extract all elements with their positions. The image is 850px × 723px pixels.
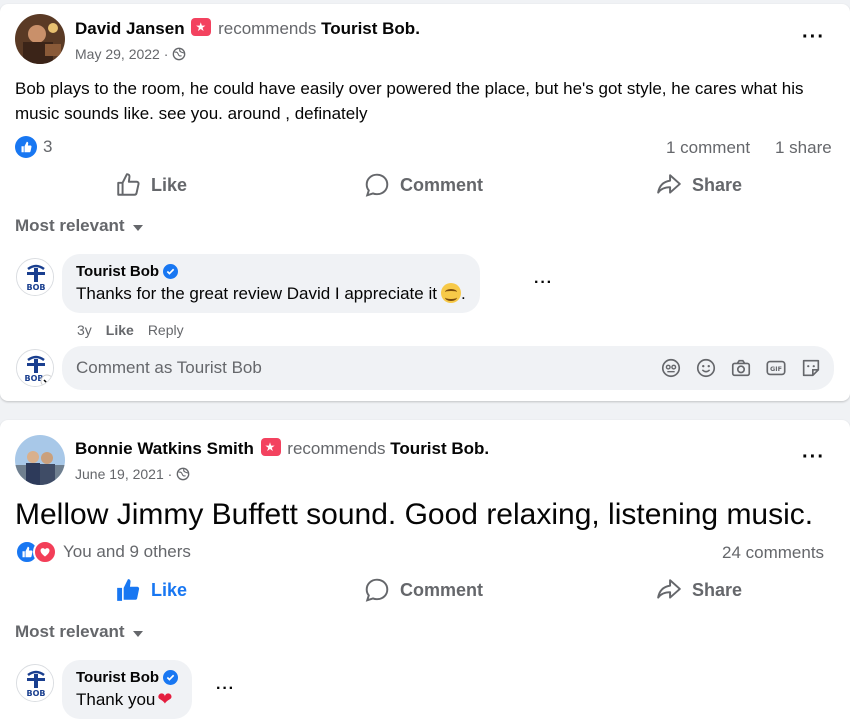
comment-age[interactable]: 3y	[77, 322, 92, 338]
globe-icon	[176, 467, 190, 481]
share-label: Share	[692, 174, 743, 195]
comment-sort-dropdown[interactable]: Most relevant	[15, 622, 143, 642]
post-text: Bob plays to the room, he could have eas…	[15, 79, 804, 123]
sort-label: Most relevant	[15, 622, 125, 641]
camera-icon[interactable]	[730, 357, 752, 379]
reaction-icons	[15, 540, 57, 564]
commenter-avatar[interactable]: BOB	[16, 258, 54, 296]
emoji-icon[interactable]	[695, 357, 717, 379]
like-label: Like	[151, 174, 188, 195]
smiling-emoji-icon	[440, 283, 461, 303]
love-reaction-icon	[33, 540, 57, 564]
comments-count[interactable]: 24 comments	[722, 543, 824, 563]
sticker-icon[interactable]	[800, 357, 822, 379]
like-label: Like	[151, 579, 188, 600]
comment-author[interactable]: Tourist Bob	[76, 669, 179, 686]
thumbs-up-icon	[117, 173, 140, 196]
comment-composer[interactable]: GIF	[62, 346, 834, 390]
comment-sort-dropdown[interactable]: Most relevant	[15, 216, 143, 236]
post-date[interactable]: June 19, 2021 ·	[75, 466, 172, 482]
thumbs-up-icon	[117, 579, 140, 601]
author-avatar[interactable]	[15, 14, 65, 64]
more-icon[interactable]: ···	[802, 26, 825, 49]
comment-text-body: Thank you	[76, 690, 156, 709]
post-date[interactable]: May 29, 2022 ·	[75, 46, 168, 62]
author-name[interactable]: David Jansen	[75, 19, 185, 38]
page-name[interactable]: Tourist Bob	[390, 439, 484, 458]
comment-author[interactable]: Tourist Bob	[76, 263, 466, 280]
avatar-sticker-icon[interactable]	[660, 357, 682, 379]
reaction-summary[interactable]: You and 9 others	[15, 540, 191, 564]
svg-text:BOB: BOB	[27, 689, 46, 698]
page-name[interactable]: Tourist Bob	[321, 19, 415, 38]
author-avatar[interactable]	[15, 435, 65, 485]
like-button[interactable]: Like	[115, 577, 187, 603]
comment-like-button[interactable]: Like	[106, 322, 134, 338]
post-card: Bonnie Watkins Smith recommends Tourist …	[0, 420, 850, 723]
comment-input[interactable]	[76, 358, 636, 378]
like-button[interactable]: Like	[115, 172, 187, 198]
gif-icon[interactable]: GIF	[765, 357, 787, 379]
share-icon	[657, 579, 681, 599]
comment-reply-button[interactable]: Reply	[148, 322, 184, 338]
like-reaction-icon	[15, 136, 37, 158]
shares-count[interactable]: 1 share	[775, 138, 832, 158]
verified-icon	[163, 264, 179, 279]
share-label: Share	[692, 579, 743, 600]
comments-count[interactable]: 1 comment	[666, 138, 750, 158]
comment-icon	[365, 578, 389, 602]
comment-author-name[interactable]: Tourist Bob	[76, 669, 159, 686]
post-meta: June 19, 2021 ·	[75, 466, 190, 482]
recommends-text: recommends	[218, 19, 317, 38]
comment-text: Thank you ❤	[76, 689, 178, 710]
comment-button[interactable]: Comment	[364, 577, 483, 603]
comment-text: Thanks for the great review David I appr…	[76, 283, 466, 303]
comment-bubble: Tourist Bob Thanks for the great review …	[62, 254, 480, 313]
reaction-count: 3	[43, 137, 53, 156]
comment-text-body: Thanks for the great review David I appr…	[76, 284, 437, 303]
caret-down-icon	[132, 224, 143, 231]
post-meta: May 29, 2022 ·	[75, 46, 186, 62]
sort-label: Most relevant	[15, 216, 125, 235]
composer-avatar[interactable]: BOB	[16, 349, 54, 387]
comment-button[interactable]: Comment	[364, 172, 483, 198]
post-header: Bonnie Watkins Smith recommends Tourist …	[75, 438, 489, 459]
author-name[interactable]: Bonnie Watkins Smith	[75, 439, 254, 458]
recommendation-icon	[191, 18, 212, 36]
post-text: Mellow Jimmy Buffett sound. Good relaxin…	[15, 498, 814, 531]
post-card: David Jansen recommends Tourist Bob. May…	[0, 4, 850, 401]
comment-label: Comment	[400, 174, 484, 195]
commenter-avatar[interactable]: BOB	[16, 664, 54, 702]
caret-down-icon	[132, 630, 143, 637]
post-header: David Jansen recommends Tourist Bob.	[75, 18, 420, 39]
comment-more-icon[interactable]: ···	[534, 274, 553, 292]
comment-label: Comment	[400, 579, 484, 600]
recommendation-icon	[260, 438, 281, 456]
globe-icon	[172, 47, 186, 61]
comment-author-name[interactable]: Tourist Bob	[76, 263, 159, 280]
more-icon[interactable]: ···	[802, 446, 825, 469]
heart-emoji-icon: ❤	[157, 689, 173, 709]
comment-actions: 3y Like Reply	[77, 322, 184, 338]
composer-tools: GIF	[660, 357, 822, 379]
comment-icon	[365, 173, 389, 197]
recommends-text: recommends	[287, 439, 386, 458]
reaction-summary[interactable]: 3	[15, 136, 52, 158]
share-button[interactable]: Share	[656, 577, 742, 603]
share-icon	[657, 174, 681, 194]
comment-bubble: Tourist Bob Thank you ❤	[62, 660, 193, 719]
share-button[interactable]: Share	[656, 172, 742, 198]
svg-text:BOB: BOB	[27, 283, 46, 292]
comment-more-icon[interactable]: ···	[216, 680, 235, 698]
reaction-summary-text: You and 9 others	[63, 542, 191, 561]
verified-icon	[163, 670, 179, 685]
svg-text:GIF: GIF	[770, 365, 782, 373]
